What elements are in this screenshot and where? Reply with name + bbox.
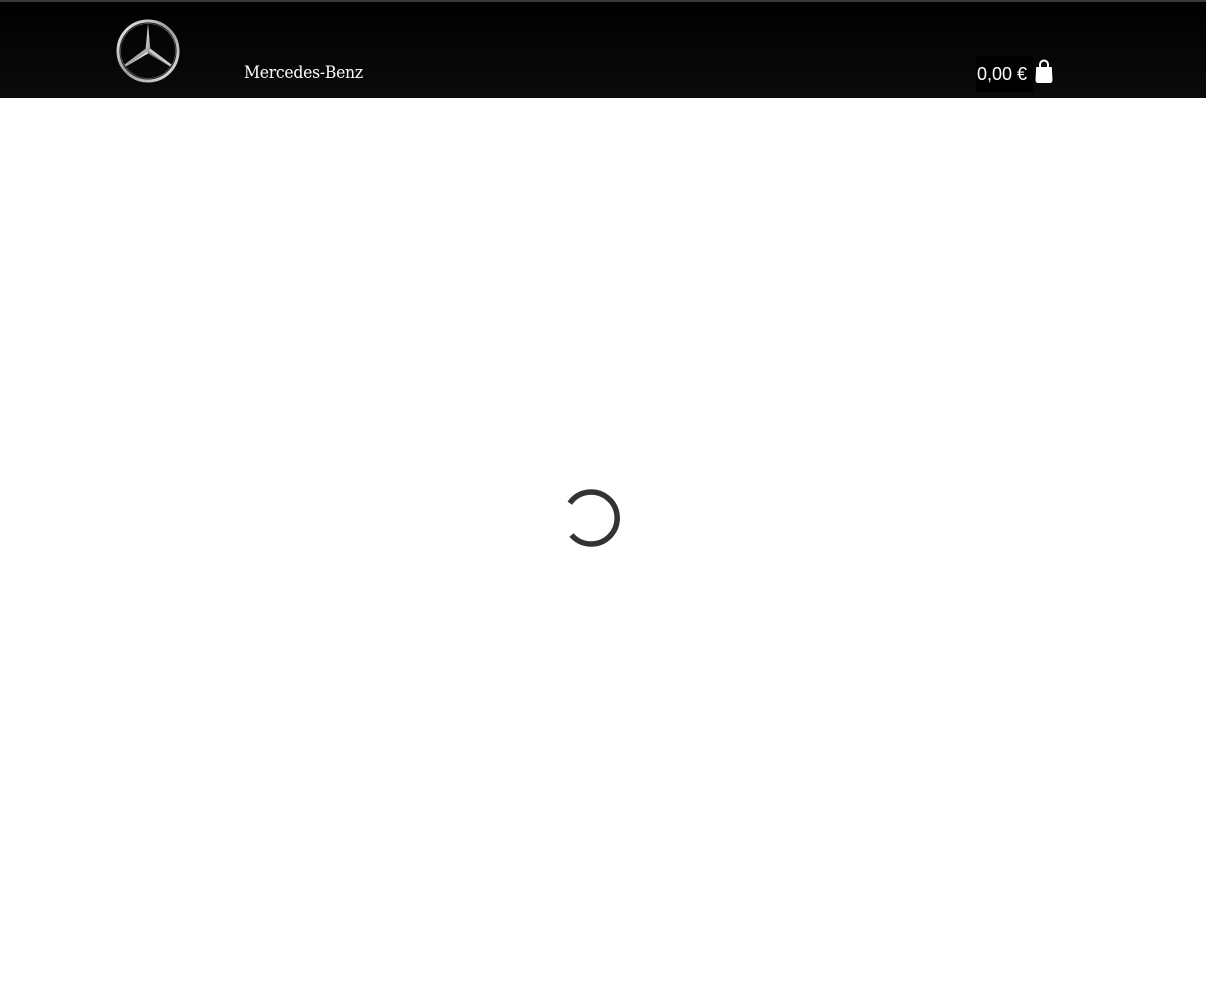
- loading-spinner: [561, 489, 621, 549]
- main-content: [0, 98, 1206, 990]
- cart-total: 0,00 €: [976, 56, 1034, 92]
- spinner-icon: [567, 489, 620, 547]
- site-header: Mercedes-Benz 0,00 €: [0, 0, 1206, 98]
- cart-button[interactable]: 0,00 €: [976, 56, 1053, 92]
- mercedes-star-icon: [116, 19, 180, 83]
- brand-name: Mercedes-Benz: [244, 63, 363, 83]
- logo-link[interactable]: [116, 18, 180, 84]
- shopping-bag-icon: [1035, 59, 1053, 83]
